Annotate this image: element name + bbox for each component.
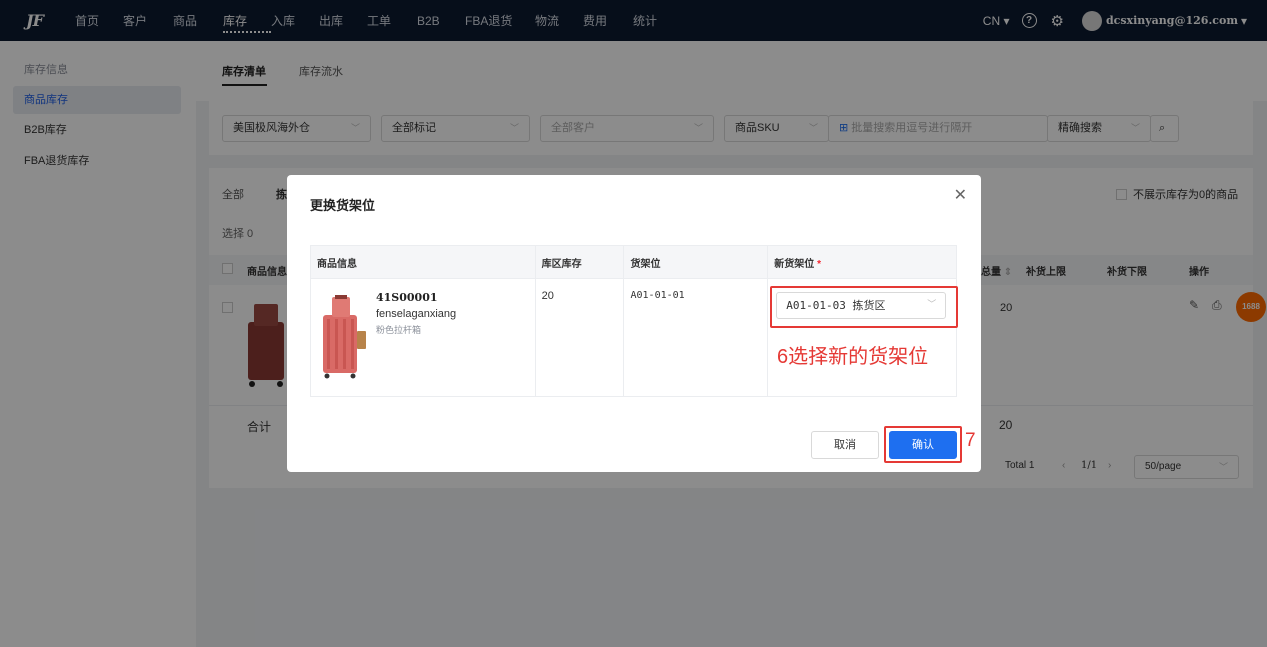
change-shelf-dialog: 更换货架位 ✕ 商品信息 库区库存 货架位 新货架位 * 41S00001 fe… — [287, 175, 981, 472]
product-info-cell: 41S00001 fenselaganxiang 粉色拉杆箱 — [310, 278, 536, 397]
dialog-col-zone-stock: 库区库存 — [534, 245, 625, 279]
confirm-button[interactable]: 确认 — [889, 431, 957, 459]
cancel-button[interactable]: 取消 — [811, 431, 879, 459]
product-code: 41S00001 — [376, 291, 438, 304]
product-name: fenselaganxiang — [376, 308, 457, 320]
product-image — [323, 295, 366, 379]
zone-stock-cell: 20 — [534, 278, 625, 397]
annotation-step-7: 7 — [965, 430, 976, 451]
current-shelf-cell: A01-01-01 — [623, 278, 769, 397]
dialog-col-new-shelf: 新货架位 * — [767, 245, 957, 279]
close-icon[interactable]: ✕ — [954, 185, 967, 205]
required-marker: * — [817, 258, 821, 270]
dialog-col-new-shelf-label: 新货架位 — [774, 258, 815, 270]
dialog-table-header: 商品信息 库区库存 货架位 新货架位 * — [310, 245, 957, 279]
dialog-title: 更换货架位 — [310, 198, 376, 213]
dialog-col-product-info: 商品信息 — [310, 245, 536, 279]
product-description: 粉色拉杆箱 — [376, 325, 422, 335]
dialog-col-shelf: 货架位 — [623, 245, 769, 279]
annotation-highlight-new-shelf — [770, 286, 958, 328]
annotation-step-6: 6选择新的货架位 — [777, 346, 929, 368]
